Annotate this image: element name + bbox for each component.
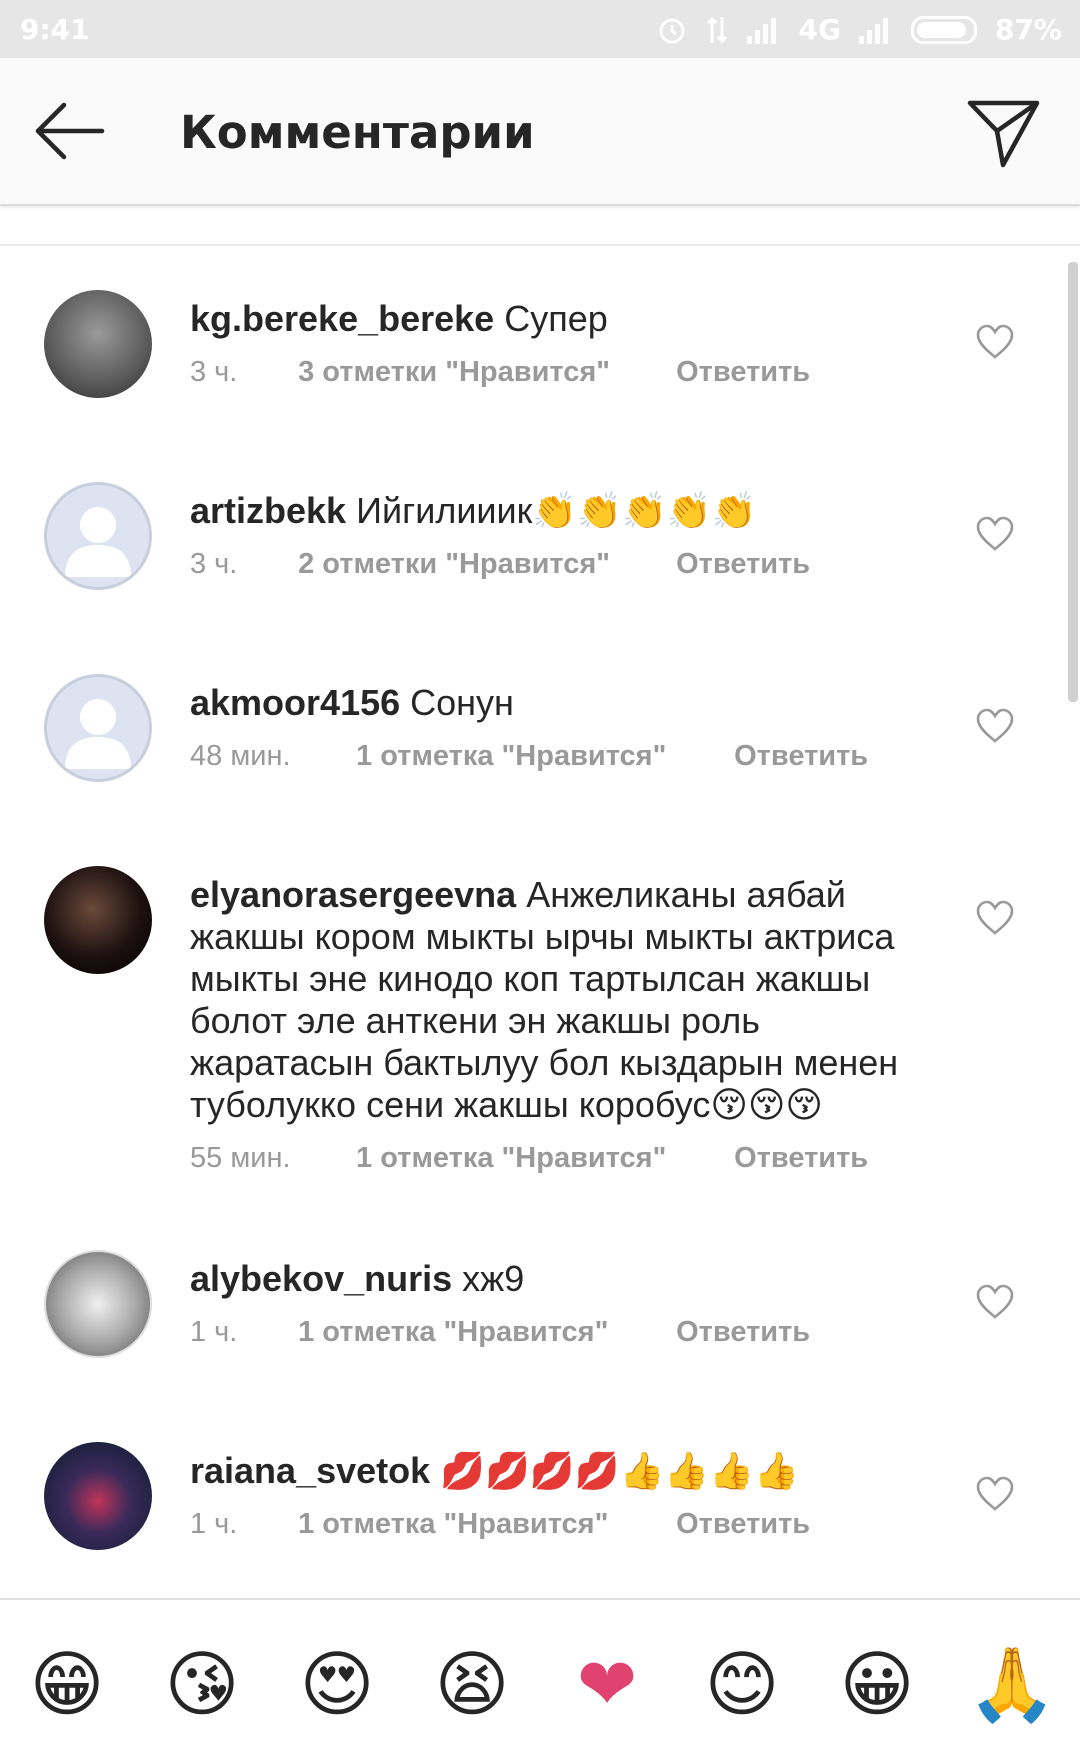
avatar[interactable] [44, 866, 152, 974]
comment-text: kg.bereke_bereke Супер [190, 298, 930, 340]
emoji-smile-button[interactable]: 😊 [697, 1640, 787, 1730]
comment-meta: 3 ч. 2 отметки "Нравится" Ответить [190, 548, 930, 581]
header: Комментарии [0, 58, 1080, 206]
heart-outline-icon[interactable] [975, 1476, 1015, 1512]
data-transfer-icon [706, 16, 727, 43]
reply-button[interactable]: Ответить [676, 356, 810, 389]
send-button[interactable] [965, 93, 1045, 173]
emoji-grinning-button[interactable]: 😀 [832, 1640, 922, 1730]
avatar[interactable] [44, 482, 152, 590]
heart-outline-icon[interactable] [975, 708, 1015, 744]
emoji-pray-button[interactable]: 🙏 [967, 1640, 1057, 1730]
reply-button[interactable]: Ответить [676, 1508, 810, 1541]
page-title: Комментарии [180, 106, 535, 159]
comment-message: Супер [504, 298, 608, 339]
avatar[interactable] [44, 674, 152, 782]
comment-username[interactable]: alybekov_nuris [190, 1258, 452, 1299]
emoji-grin-button[interactable]: 😁 [22, 1640, 112, 1730]
reply-button[interactable]: Ответить [676, 1316, 810, 1349]
comment-body: elyanorasergeevna Анжеликаны аябай жакшы… [190, 874, 930, 1175]
comment-likes[interactable]: 1 отметка "Нравится" [356, 1142, 726, 1175]
reply-button[interactable]: Ответить [676, 548, 810, 581]
comment-username[interactable]: artizbekk [190, 490, 346, 531]
back-button[interactable] [30, 96, 110, 166]
scrollbar[interactable] [1068, 262, 1078, 702]
comment-text: elyanorasergeevna Анжеликаны аябай жакшы… [190, 874, 930, 1126]
comment-username[interactable]: akmoor4156 [190, 682, 400, 723]
default-avatar-icon [65, 699, 131, 769]
comment-username[interactable]: kg.bereke_bereke [190, 298, 494, 339]
emoji-tired-button[interactable]: 😫 [427, 1640, 517, 1730]
comment-username[interactable]: elyanorasergeevna [190, 874, 516, 915]
status-icons: 4G 87% [657, 13, 1062, 46]
comment-body: artizbekk Ийгилииик👏👏👏👏👏 3 ч. 2 отметки … [190, 490, 930, 581]
emoji-heart-button[interactable]: ❤ [562, 1640, 652, 1730]
comment-body: kg.bereke_bereke Супер 3 ч. 3 отметки "Н… [190, 298, 930, 389]
battery-icon [910, 15, 977, 44]
arrow-left-icon [35, 102, 105, 160]
battery-percent: 87% [994, 13, 1062, 46]
status-time: 9:41 [20, 13, 90, 46]
heart-outline-icon[interactable] [975, 516, 1015, 552]
reply-button[interactable]: Ответить [734, 1142, 868, 1175]
comment-likes[interactable]: 1 отметка "Нравится" [298, 1508, 668, 1541]
heart-outline-icon[interactable] [975, 900, 1015, 936]
reply-button[interactable]: Ответить [734, 740, 868, 773]
comment-time: 1 ч. [190, 1508, 238, 1540]
divider [0, 244, 1080, 246]
comment-message: Ийгилииик👏👏👏👏👏 [356, 490, 757, 531]
comment-message: хж9 [462, 1258, 525, 1299]
heart-outline-icon[interactable] [975, 1284, 1015, 1320]
comment-time: 3 ч. [190, 356, 238, 388]
comment-time: 55 мин. [190, 1142, 291, 1174]
comment-time: 1 ч. [190, 1316, 238, 1348]
comment-text: akmoor4156 Сонун [190, 682, 930, 724]
comment-time: 3 ч. [190, 548, 238, 580]
comment-body: alybekov_nuris хж9 1 ч. 1 отметка "Нрави… [190, 1258, 930, 1349]
comment-text: alybekov_nuris хж9 [190, 1258, 930, 1300]
avatar[interactable] [44, 1442, 152, 1550]
signal-icon-2 [858, 17, 888, 44]
avatar[interactable] [44, 1250, 152, 1358]
comment-text: raiana_svetok 💋💋💋💋👍👍👍👍 [190, 1450, 930, 1492]
comment-meta: 3 ч. 3 отметки "Нравится" Ответить [190, 356, 930, 389]
network-type: 4G [798, 13, 841, 46]
emoji-heart-eyes-button[interactable]: 😍 [292, 1640, 382, 1730]
comment-likes[interactable]: 3 отметки "Нравится" [298, 356, 668, 389]
comment-message: 💋💋💋💋👍👍👍👍 [440, 1450, 799, 1491]
signal-icon [746, 17, 776, 44]
alarm-icon [659, 18, 684, 43]
emoji-bar: 😁 😘 😍 😫 ❤ 😊 😀 🙏 [0, 1598, 1080, 1761]
comment-username[interactable]: raiana_svetok [190, 1450, 430, 1491]
comment-likes[interactable]: 2 отметки "Нравится" [298, 548, 668, 581]
comment-body: akmoor4156 Сонун 48 мин. 1 отметка "Нрав… [190, 682, 930, 773]
avatar[interactable] [44, 290, 152, 398]
comment-meta: 55 мин. 1 отметка "Нравится" Ответить [190, 1142, 930, 1175]
comment-meta: 1 ч. 1 отметка "Нравится" Ответить [190, 1508, 930, 1541]
comment-likes[interactable]: 1 отметка "Нравится" [298, 1316, 668, 1349]
comment-meta: 48 мин. 1 отметка "Нравится" Ответить [190, 740, 930, 773]
comment-likes[interactable]: 1 отметка "Нравится" [356, 740, 726, 773]
default-avatar-icon [65, 507, 131, 577]
comment-body: raiana_svetok 💋💋💋💋👍👍👍👍 1 ч. 1 отметка "Н… [190, 1450, 930, 1541]
comment-time: 48 мин. [190, 740, 291, 772]
comment-message: Сонун [410, 682, 514, 723]
heart-outline-icon[interactable] [975, 324, 1015, 360]
comment-text: artizbekk Ийгилииик👏👏👏👏👏 [190, 490, 930, 532]
send-icon [967, 100, 1040, 168]
comment-meta: 1 ч. 1 отметка "Нравится" Ответить [190, 1316, 930, 1349]
status-bar: 9:41 4G 87% [0, 0, 1080, 58]
emoji-kiss-button[interactable]: 😘 [157, 1640, 247, 1730]
